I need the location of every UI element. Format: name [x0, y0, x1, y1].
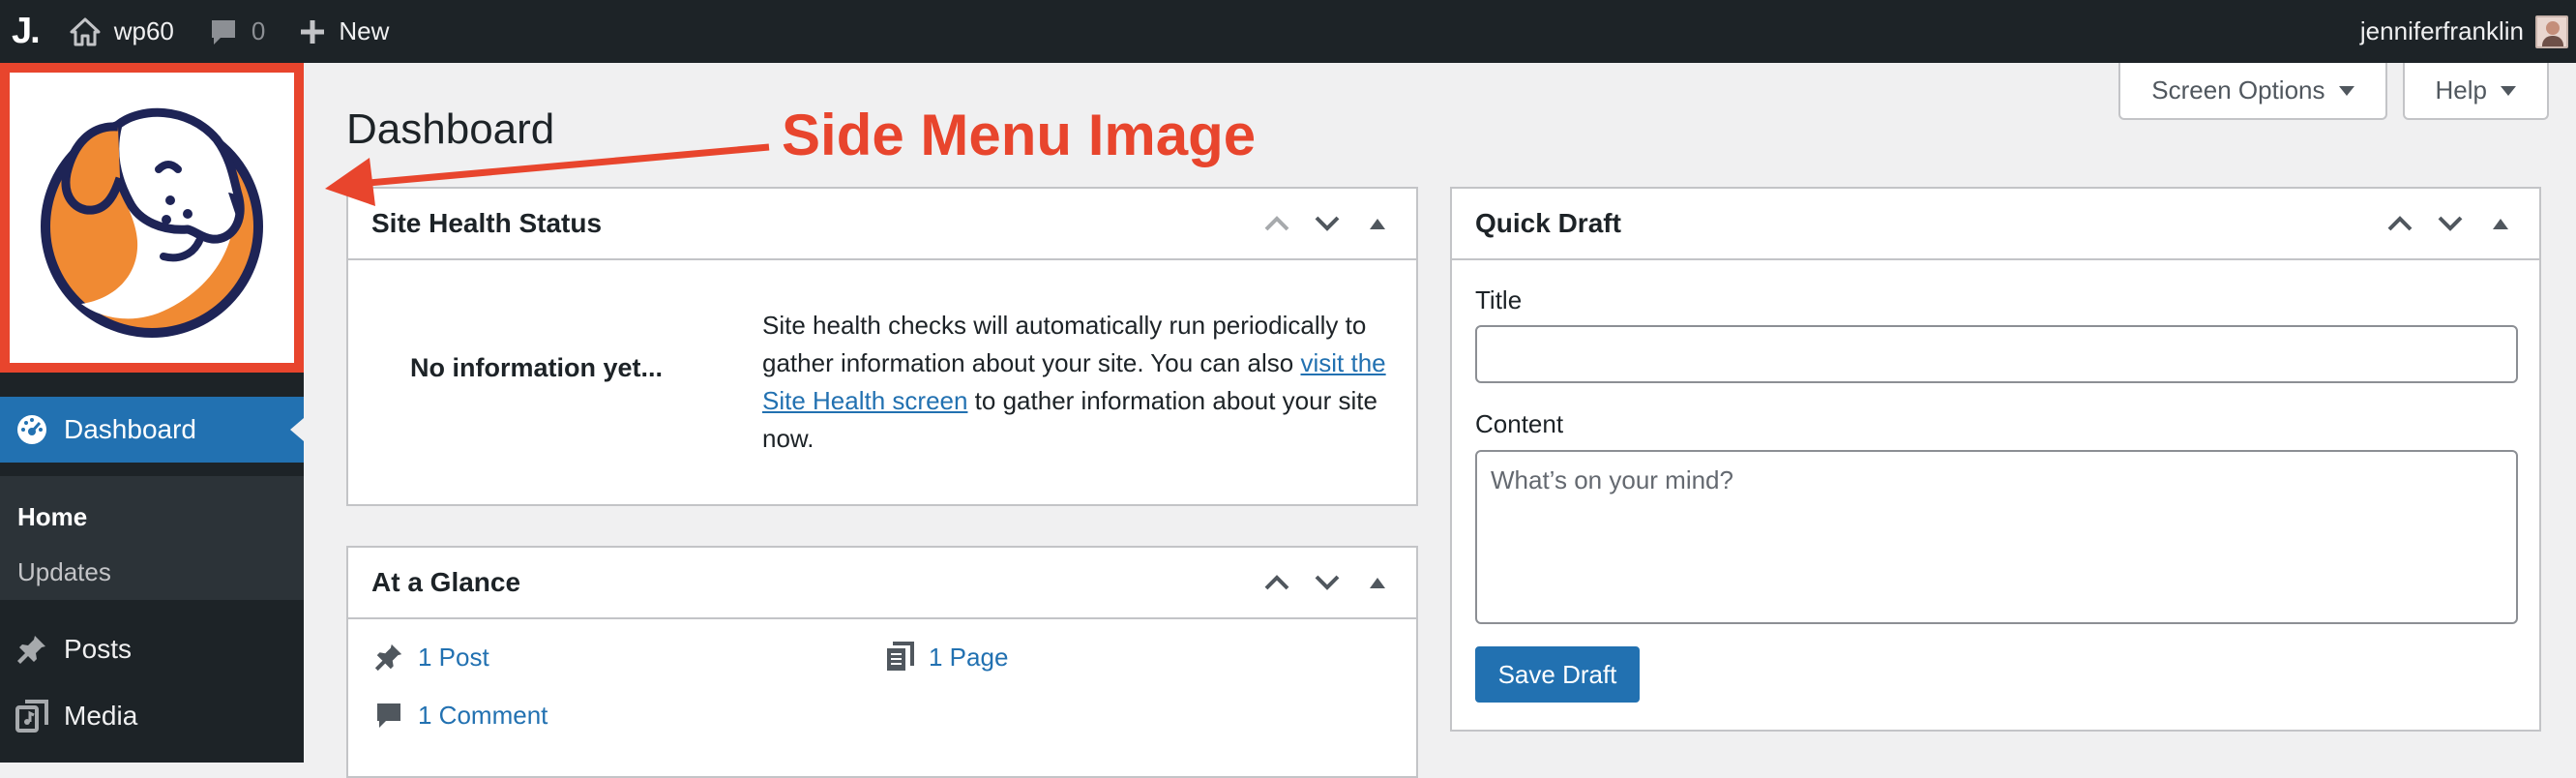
plus-icon	[301, 19, 325, 44]
site-health-status-text: No information yet...	[410, 353, 664, 382]
menu-item-media-label: Media	[64, 701, 138, 731]
handle-actions	[2384, 208, 2516, 239]
move-down-icon[interactable]	[2435, 208, 2466, 239]
site-health-widget: Site Health Status No information yet...…	[346, 187, 1418, 506]
submenu-item-updates[interactable]: Updates	[0, 545, 304, 600]
dashboard-icon	[0, 413, 64, 446]
menu-item-posts-label: Posts	[64, 634, 133, 664]
site-logo[interactable]: J.	[0, 0, 52, 63]
new-label: New	[339, 16, 390, 45]
toggle-panel-icon[interactable]	[1362, 567, 1393, 598]
dashboard-submenu: Home Updates	[0, 476, 304, 600]
dog-logo-icon	[41, 107, 263, 338]
comments-link[interactable]: 0	[192, 0, 282, 63]
avatar	[2535, 15, 2568, 48]
comment-bubble-icon	[371, 698, 406, 733]
my-account[interactable]: jenniferfranklin	[2360, 15, 2576, 48]
glance-pages-label: 1 Page	[929, 642, 1009, 672]
title-label: Title	[1475, 285, 1523, 314]
move-down-icon[interactable]	[1312, 208, 1343, 239]
submenu-item-home[interactable]: Home	[0, 490, 304, 545]
at-a-glance-widget: At a Glance 1 Post 1 Page 1 Comment	[346, 546, 1418, 778]
glance-comments-link[interactable]: 1 Comment	[371, 698, 548, 733]
move-down-icon[interactable]	[1312, 567, 1343, 598]
glance-pages-link[interactable]: 1 Page	[882, 640, 1008, 674]
admin-bar: J. wp60 0 New jenniferfranklin	[0, 0, 2576, 63]
widget-header: At a Glance	[348, 548, 1416, 619]
site-health-desc-before: Site health checks will automatically ru…	[762, 311, 1367, 377]
toggle-panel-icon[interactable]	[1362, 208, 1393, 239]
comment-bubble-icon	[211, 19, 235, 45]
menu-item-dashboard-label: Dashboard	[64, 414, 196, 444]
site-name-link[interactable]: wp60	[52, 0, 192, 63]
content-label: Content	[1475, 409, 1564, 438]
annotation-label: Side Menu Image	[782, 103, 1257, 167]
widget-title: Site Health Status	[371, 208, 603, 238]
quick-draft-widget: Quick Draft Title Content Save Draft	[1450, 187, 2541, 732]
title-input[interactable]	[1475, 325, 2518, 383]
comments-count: 0	[251, 16, 266, 45]
move-up-icon[interactable]	[1261, 208, 1292, 239]
screen-options-label: Screen Options	[2151, 75, 2325, 105]
pin-icon	[371, 640, 406, 674]
pin-icon	[0, 633, 64, 666]
screen-meta-links: Screen Options Help	[2118, 63, 2549, 120]
handle-actions	[1261, 567, 1393, 598]
move-up-icon[interactable]	[1261, 567, 1292, 598]
site-name-label: wp60	[113, 16, 174, 45]
glance-comments-label: 1 Comment	[418, 700, 548, 730]
pages-icon	[882, 640, 917, 674]
widget-header: Quick Draft	[1452, 189, 2539, 260]
widget-title: Quick Draft	[1475, 208, 1621, 238]
home-icon	[70, 17, 101, 45]
site-health-description: Site health checks will automatically ru…	[762, 307, 1391, 458]
caret-down-icon	[2501, 85, 2516, 96]
menu-item-dashboard[interactable]: Dashboard	[0, 397, 304, 463]
toggle-panel-icon[interactable]	[2485, 208, 2516, 239]
content-textarea[interactable]	[1475, 450, 2518, 624]
side-menu-image	[0, 63, 304, 373]
glance-posts-label: 1 Post	[418, 642, 489, 672]
side-menu: Dashboard Home Updates Posts Media	[0, 63, 304, 763]
username-label: jenniferfranklin	[2359, 16, 2524, 45]
screen-options-button[interactable]: Screen Options	[2118, 63, 2387, 120]
media-icon	[0, 699, 64, 733]
help-button[interactable]: Help	[2402, 63, 2549, 120]
widget-title: At a Glance	[371, 567, 521, 597]
annotation-arrow-icon	[325, 143, 770, 206]
menu-item-posts[interactable]: Posts	[0, 616, 304, 682]
move-up-icon[interactable]	[2384, 208, 2415, 239]
help-label: Help	[2435, 75, 2487, 105]
caret-down-icon	[2338, 85, 2354, 96]
new-content-link[interactable]: New	[282, 0, 406, 63]
save-draft-button[interactable]: Save Draft	[1475, 646, 1640, 703]
glance-posts-link[interactable]: 1 Post	[371, 640, 489, 674]
handle-actions	[1261, 208, 1393, 239]
menu-item-media[interactable]: Media	[0, 683, 304, 749]
